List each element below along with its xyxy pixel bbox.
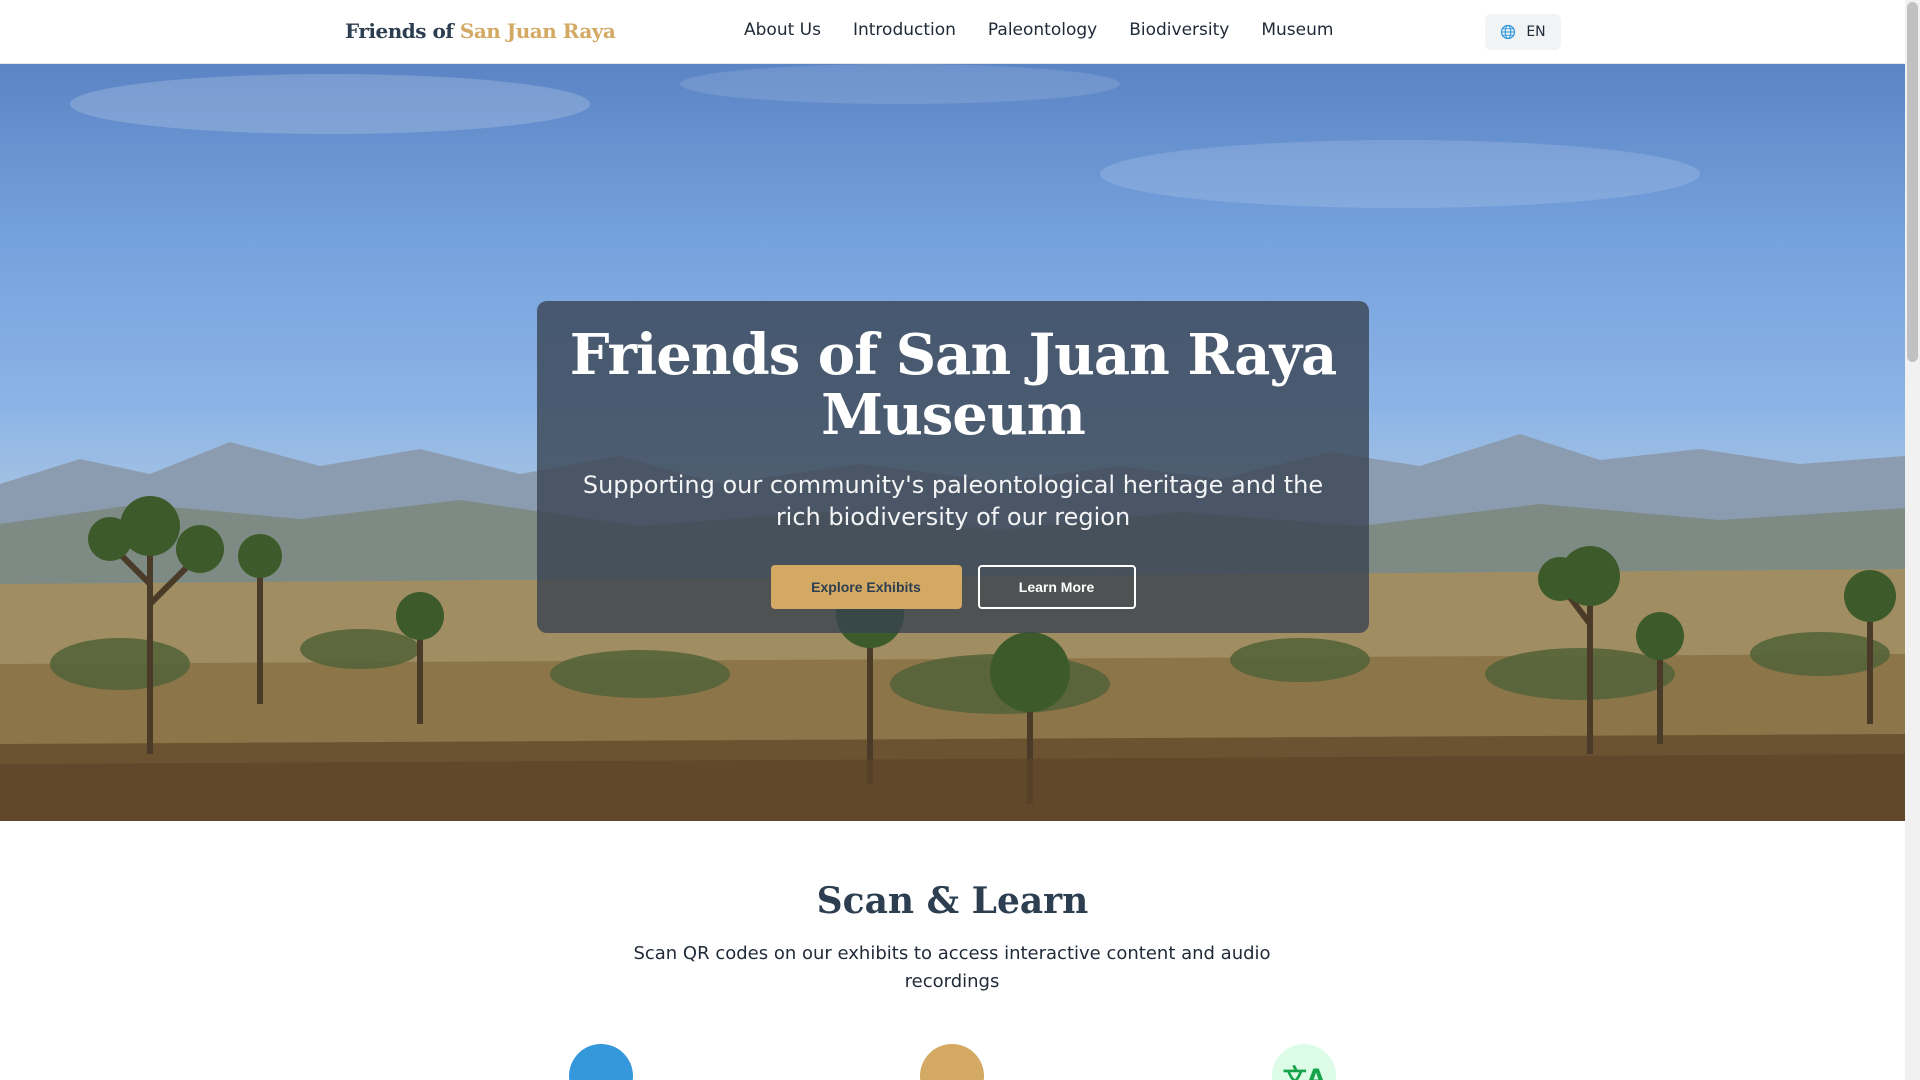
globe-icon <box>1500 24 1516 40</box>
hero-section: Friends of San Juan Raya Museum Supporti… <box>0 64 1905 821</box>
learn-more-button[interactable]: Learn More <box>977 565 1136 609</box>
logo-text-accent: San Juan Raya <box>459 19 616 43</box>
main-nav: About Us Introduction Paleontology Biodi… <box>744 20 1333 40</box>
qr-code-icon <box>569 1044 633 1080</box>
hero-title: Friends of San Juan Raya Museum <box>569 322 1338 448</box>
translate-glyph: 文A <box>1282 1064 1326 1080</box>
nav-link-paleontology[interactable]: Paleontology <box>988 20 1097 40</box>
site-logo[interactable]: Friends of San Juan Raya <box>345 19 616 43</box>
nav-link-introduction[interactable]: Introduction <box>853 20 956 40</box>
explore-exhibits-button[interactable]: Explore Exhibits <box>770 565 962 609</box>
nav-link-museum[interactable]: Museum <box>1261 20 1333 40</box>
page: Friends of San Juan Raya About Us Introd… <box>0 0 1905 1080</box>
translate-icon: 文A <box>1272 1044 1336 1080</box>
page-scrollbar[interactable] <box>1905 0 1920 1080</box>
scrollbar-thumb[interactable] <box>1907 2 1918 362</box>
nav-link-about-us[interactable]: About Us <box>744 20 821 40</box>
hero-card: Friends of San Juan Raya Museum Supporti… <box>537 301 1369 633</box>
language-code: EN <box>1526 24 1546 40</box>
hero-button-row: Explore Exhibits Learn More <box>537 565 1369 609</box>
top-navbar: Friends of San Juan Raya About Us Introd… <box>0 0 1905 64</box>
logo-text-primary: Friends of <box>345 19 454 43</box>
scan-learn-subtitle: Scan QR codes on our exhibits to access … <box>633 943 1271 992</box>
audio-icon <box>920 1044 984 1080</box>
hero-subtitle: Supporting our community's paleontologic… <box>582 471 1324 531</box>
language-switcher-button[interactable]: EN <box>1485 14 1561 50</box>
nav-link-biodiversity[interactable]: Biodiversity <box>1129 20 1229 40</box>
scan-learn-title: Scan & Learn <box>816 880 1089 922</box>
